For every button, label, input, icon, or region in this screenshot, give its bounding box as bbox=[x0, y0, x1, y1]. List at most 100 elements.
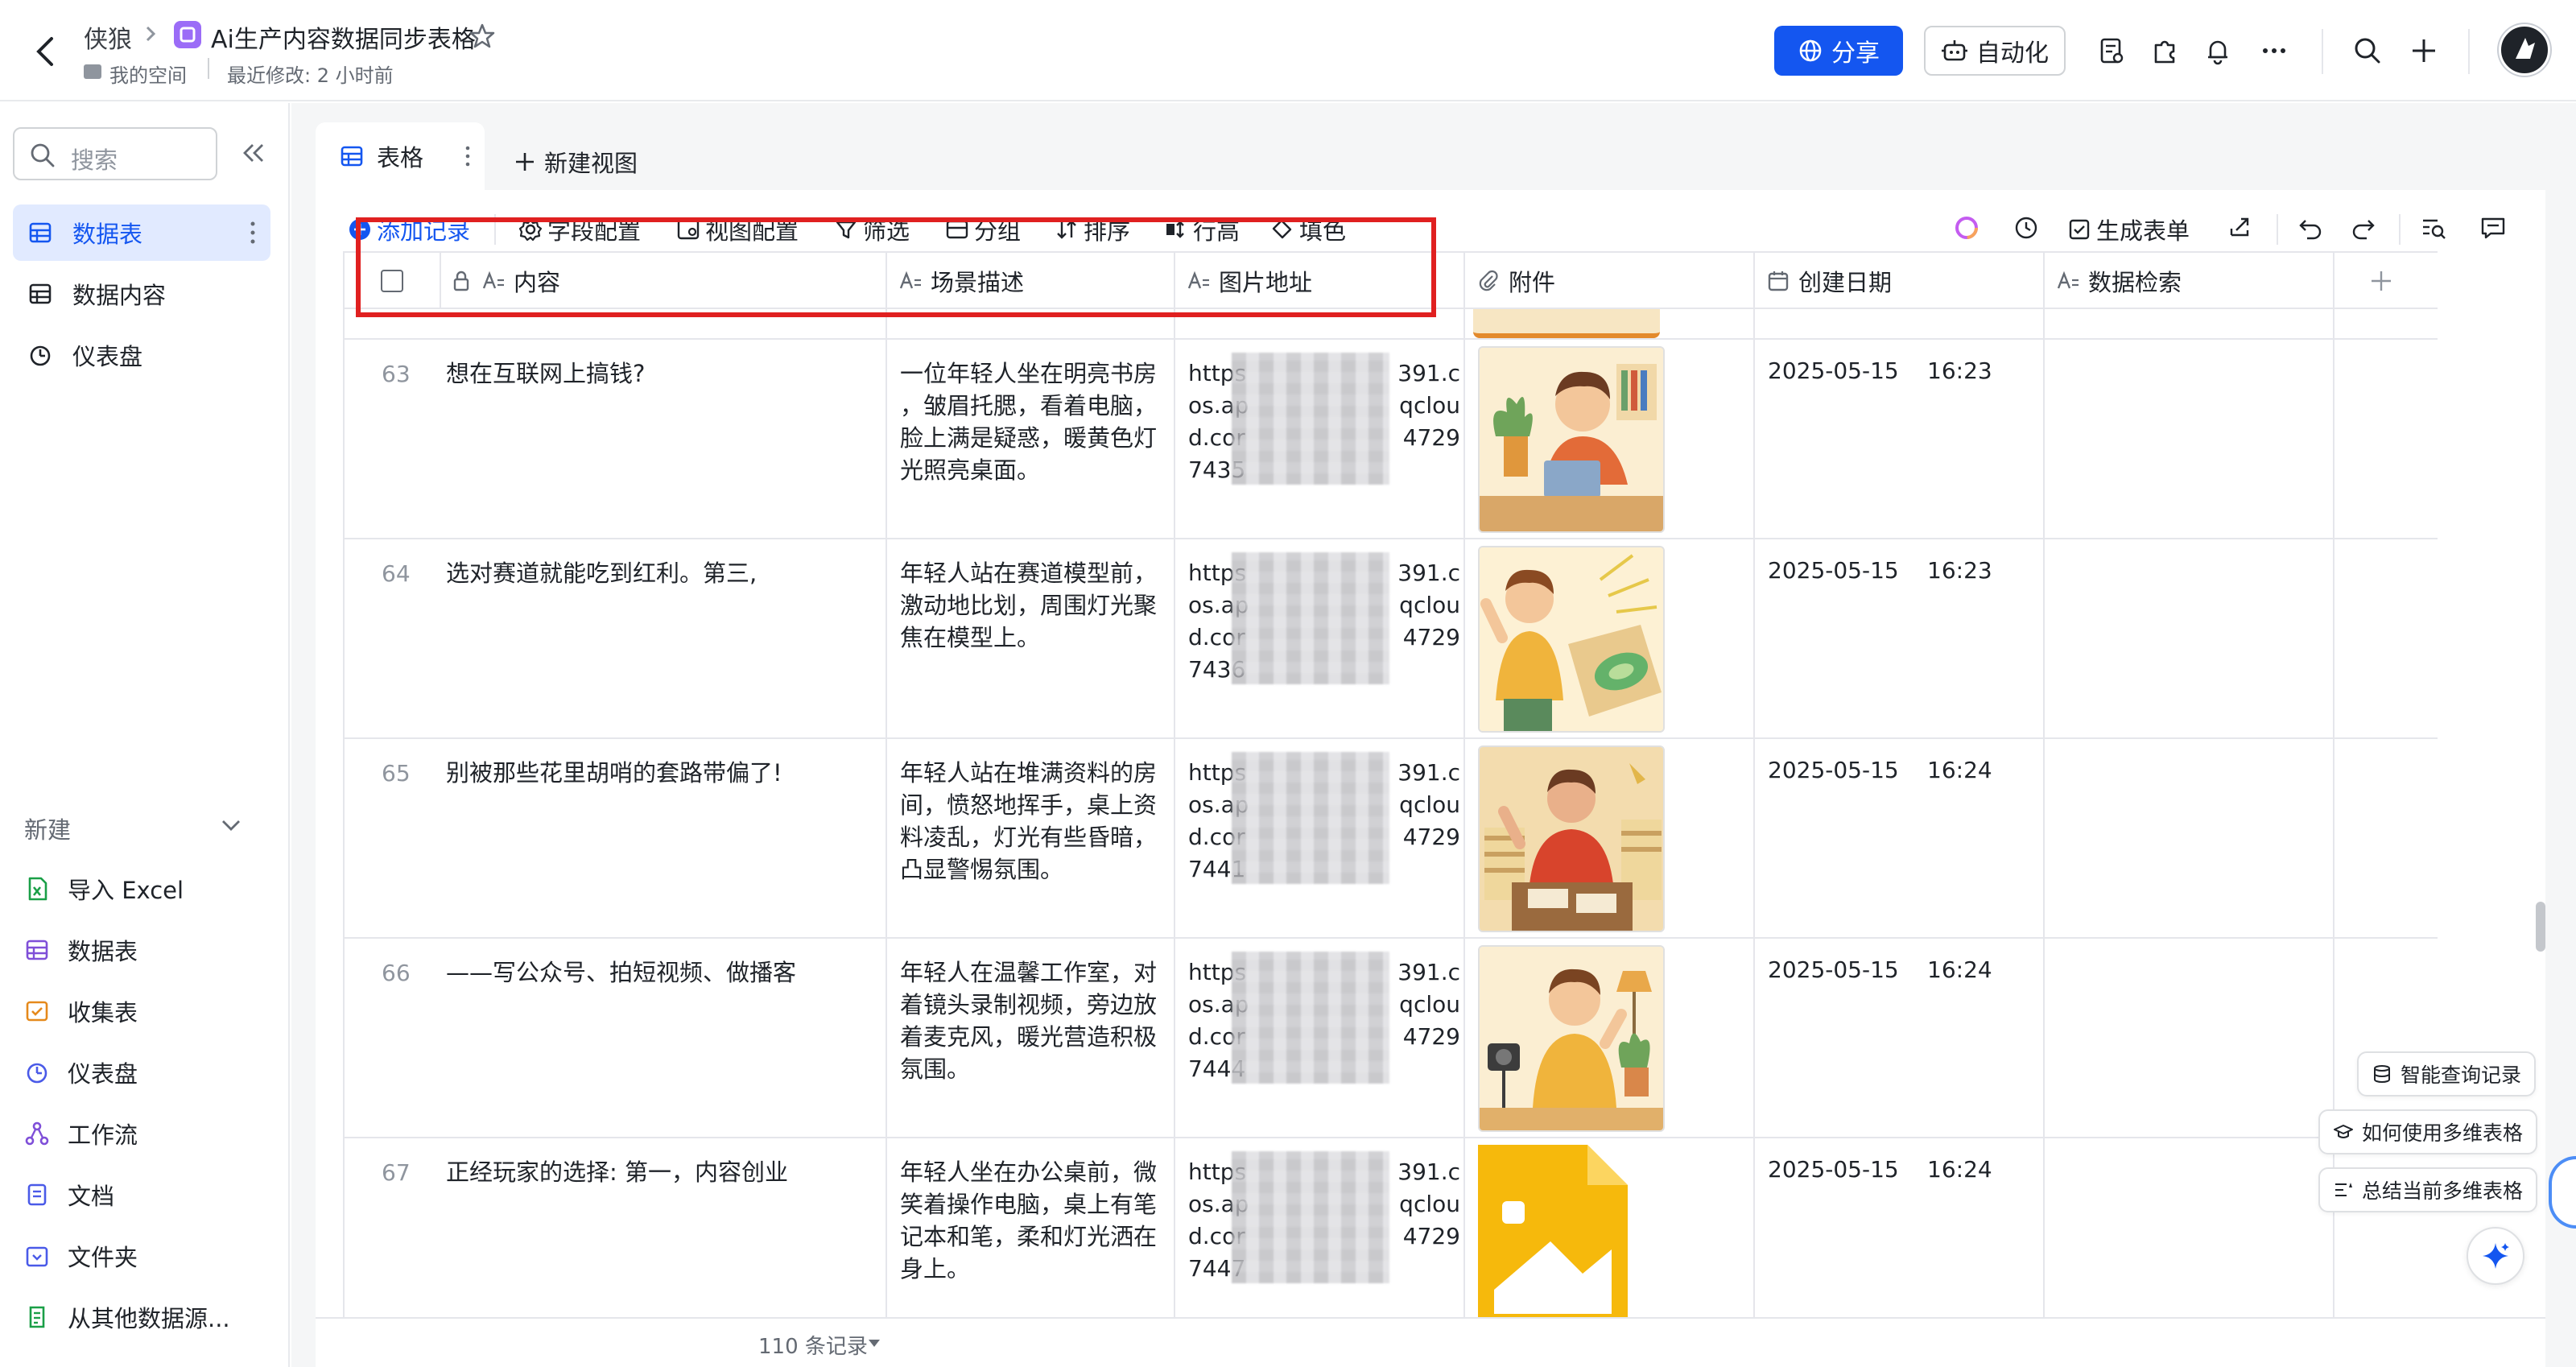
attachment-cell[interactable] bbox=[1465, 939, 1755, 1137]
automation-button[interactable]: 自动化 bbox=[1924, 26, 2066, 76]
data-search-cell[interactable] bbox=[2045, 739, 2334, 937]
new-form[interactable]: 收集表 bbox=[24, 987, 138, 1035]
plugin-icon[interactable] bbox=[2149, 35, 2180, 66]
attachment-cell[interactable] bbox=[1465, 340, 1755, 538]
avatar[interactable] bbox=[2499, 24, 2550, 76]
sidebar-item-datatable[interactable]: 数据表 bbox=[13, 204, 270, 261]
table-row[interactable]: 64 选对赛道就能吃到红利。第三, 年轻人站在赛道模型前， 激动地比划，周围灯光… bbox=[345, 539, 2438, 739]
column-header-data-search[interactable]: 数据检索 bbox=[2045, 253, 2334, 309]
ai-how-to-use-button[interactable]: 如何使用多维表格 bbox=[2318, 1109, 2538, 1154]
content-cell[interactable]: 63 想在互联网上搞钱? bbox=[345, 340, 887, 538]
scene-cell[interactable]: 年轻人坐在办公桌前，微 笑着操作电脑，桌上有笔 记本和笔，柔和灯光洒在 身上。 bbox=[887, 1138, 1175, 1317]
history-icon[interactable] bbox=[2013, 214, 2040, 242]
bell-icon[interactable] bbox=[2202, 35, 2233, 66]
attachment-cell[interactable] bbox=[1465, 739, 1755, 937]
created-date-cell[interactable]: 2025-05-15 16:23 bbox=[1755, 539, 2045, 737]
created-date-cell[interactable]: 2025-05-15 16:24 bbox=[1755, 939, 2045, 1137]
row-height-button[interactable]: 行高 bbox=[1164, 213, 1240, 246]
new-document[interactable]: 文档 bbox=[24, 1171, 114, 1219]
share-export-icon[interactable] bbox=[2227, 214, 2254, 242]
new-from-datasource[interactable]: 从其他数据源... bbox=[24, 1293, 230, 1341]
search-records-icon[interactable] bbox=[2420, 214, 2447, 242]
attachment-thumbnail[interactable] bbox=[1473, 309, 1660, 338]
collapse-sidebar-icon[interactable] bbox=[238, 138, 267, 167]
plus-icon[interactable] bbox=[2409, 35, 2439, 66]
image-url-cell[interactable]: https 391.c os.ap qclou d.cor 4729 7441 bbox=[1175, 739, 1465, 937]
attachment-cell[interactable] bbox=[1465, 539, 1755, 737]
group-button[interactable]: 分组 bbox=[945, 213, 1021, 246]
table-row[interactable]: 67 正经玩家的选择: 第一，内容创业 年轻人坐在办公桌前，微 笑着操作电脑，桌… bbox=[345, 1138, 2438, 1317]
content-cell[interactable]: 66 ——写公众号、拍短视频、做播客 bbox=[345, 939, 887, 1137]
tab-grid-view[interactable]: 表格 bbox=[316, 122, 485, 190]
content-cell[interactable]: 67 正经玩家的选择: 第一，内容创业 bbox=[345, 1138, 887, 1317]
content-cell[interactable]: 65 别被那些花里胡哨的套路带偏了! bbox=[345, 739, 887, 937]
ai-orb-icon[interactable] bbox=[1953, 214, 1980, 242]
space-link[interactable]: 我的空间 bbox=[109, 60, 187, 88]
attachment-cell[interactable] bbox=[1465, 1138, 1755, 1317]
sort-button[interactable]: 排序 bbox=[1055, 213, 1130, 246]
column-header-scene[interactable]: 场景描述 bbox=[887, 253, 1175, 309]
sidebar-search[interactable]: 搜索 bbox=[13, 127, 217, 180]
data-search-cell[interactable] bbox=[2045, 1138, 2334, 1317]
sidebar-item-dashboard[interactable]: 仪表盘 bbox=[13, 327, 270, 383]
redo-icon[interactable] bbox=[2349, 214, 2376, 242]
attachment-thumbnail[interactable] bbox=[1478, 546, 1665, 733]
ai-smart-query-button[interactable]: 智能查询记录 bbox=[2357, 1051, 2537, 1096]
scene-cell[interactable]: 年轻人在温馨工作室，对 着镜头录制视频，旁边放 着麦克风，暖光营造积极 氛围。 bbox=[887, 939, 1175, 1137]
image-file-icon[interactable] bbox=[1478, 1145, 1628, 1317]
record-count[interactable]: 110 条记录 bbox=[758, 1330, 868, 1360]
column-header-image-url[interactable]: 图片地址 bbox=[1175, 253, 1465, 309]
new-dashboard[interactable]: 仪表盘 bbox=[24, 1048, 138, 1096]
image-url-cell[interactable]: https 391.c os.ap qclou d.cor 4729 7435 bbox=[1175, 340, 1465, 538]
content-cell[interactable]: 64 选对赛道就能吃到红利。第三, bbox=[345, 539, 887, 737]
add-record-button[interactable]: 添加记录 bbox=[348, 213, 470, 246]
new-folder[interactable]: 文件夹 bbox=[24, 1232, 138, 1280]
new-datatable[interactable]: 数据表 bbox=[24, 926, 138, 974]
generate-form-button[interactable]: 生成表单 bbox=[2067, 213, 2190, 246]
data-search-cell[interactable] bbox=[2045, 539, 2334, 737]
back-arrow-icon[interactable] bbox=[31, 34, 60, 69]
fill-color-button[interactable]: 填色 bbox=[1270, 213, 1346, 246]
share-button[interactable]: 分享 bbox=[1774, 26, 1903, 76]
attachment-thumbnail[interactable] bbox=[1478, 945, 1665, 1132]
image-url-cell[interactable]: https 391.c os.ap qclou d.cor 4729 7444 bbox=[1175, 939, 1465, 1137]
image-url-cell[interactable]: https 391.c os.ap qclou d.cor 4729 7436 bbox=[1175, 539, 1465, 737]
star-icon[interactable] bbox=[469, 23, 496, 50]
table-row[interactable]: 63 想在互联网上搞钱? 一位年轻人坐在明亮书房 ，皱眉托腮，看着电脑， 脸上满… bbox=[345, 340, 2438, 539]
column-header-created-date[interactable]: 创建日期 bbox=[1755, 253, 2045, 309]
vertical-scrollbar[interactable] bbox=[2536, 902, 2545, 952]
doc-title[interactable]: Ai生产内容数据同步表格 bbox=[211, 19, 476, 55]
search-icon[interactable] bbox=[2352, 35, 2383, 66]
scene-cell[interactable]: 年轻人站在赛道模型前， 激动地比划，周围灯光聚 焦在模型上。 bbox=[887, 539, 1175, 737]
created-date-cell[interactable]: 2025-05-15 16:23 bbox=[1755, 340, 2045, 538]
new-view-button[interactable]: 新建视图 bbox=[514, 145, 638, 179]
add-column-button[interactable] bbox=[2333, 253, 2429, 309]
undo-icon[interactable] bbox=[2297, 214, 2325, 242]
scene-cell[interactable]: 一位年轻人坐在明亮书房 ，皱眉托腮，看着电脑， 脸上满是疑惑，暖黄色灯 光照亮桌… bbox=[887, 340, 1175, 538]
table-row[interactable]: 65 别被那些花里胡哨的套路带偏了! 年轻人站在堆满资料的房 间，愤怒地挥手，桌… bbox=[345, 739, 2438, 939]
template-icon[interactable] bbox=[2096, 35, 2127, 66]
ai-summarize-button[interactable]: 总结当前多维表格 bbox=[2318, 1167, 2538, 1212]
new-workflow[interactable]: 工作流 bbox=[24, 1109, 138, 1158]
select-all-checkbox[interactable] bbox=[381, 270, 403, 292]
caret-down-icon[interactable] bbox=[866, 1335, 882, 1351]
created-date-cell[interactable]: 2025-05-15 16:24 bbox=[1755, 739, 2045, 937]
view-config-button[interactable]: 视图配置 bbox=[676, 213, 799, 246]
column-header-attachment[interactable]: 附件 bbox=[1465, 253, 1755, 309]
new-import-excel[interactable]: 导入 Excel bbox=[24, 865, 184, 913]
scene-cell[interactable]: 年轻人站在堆满资料的房 间，愤怒地挥手，桌上资 料凌乱，灯光有些昏暗， 凸显警惕… bbox=[887, 739, 1175, 937]
data-search-cell[interactable] bbox=[2045, 939, 2334, 1137]
comment-icon[interactable] bbox=[2479, 214, 2507, 242]
attachment-thumbnail[interactable] bbox=[1478, 745, 1665, 932]
table-row[interactable]: 66 ——写公众号、拍短视频、做播客 年轻人在温馨工作室，对 着镜头录制视频，旁… bbox=[345, 939, 2438, 1138]
attachment-thumbnail[interactable] bbox=[1478, 346, 1665, 533]
ai-assistant-button[interactable] bbox=[2467, 1227, 2524, 1285]
table-row-partial[interactable] bbox=[345, 309, 2438, 340]
created-date-cell[interactable]: 2025-05-15 16:24 bbox=[1755, 1138, 2045, 1317]
image-url-cell[interactable]: https 391.c os.ap qclou d.cor 4729 7447 bbox=[1175, 1138, 1465, 1317]
more-vertical-icon[interactable] bbox=[465, 145, 470, 167]
chevron-down-icon[interactable] bbox=[217, 812, 245, 839]
data-search-cell[interactable] bbox=[2045, 340, 2334, 538]
filter-button[interactable]: 筛选 bbox=[834, 213, 910, 246]
breadcrumb-parent[interactable]: 侠狼 bbox=[84, 19, 132, 55]
